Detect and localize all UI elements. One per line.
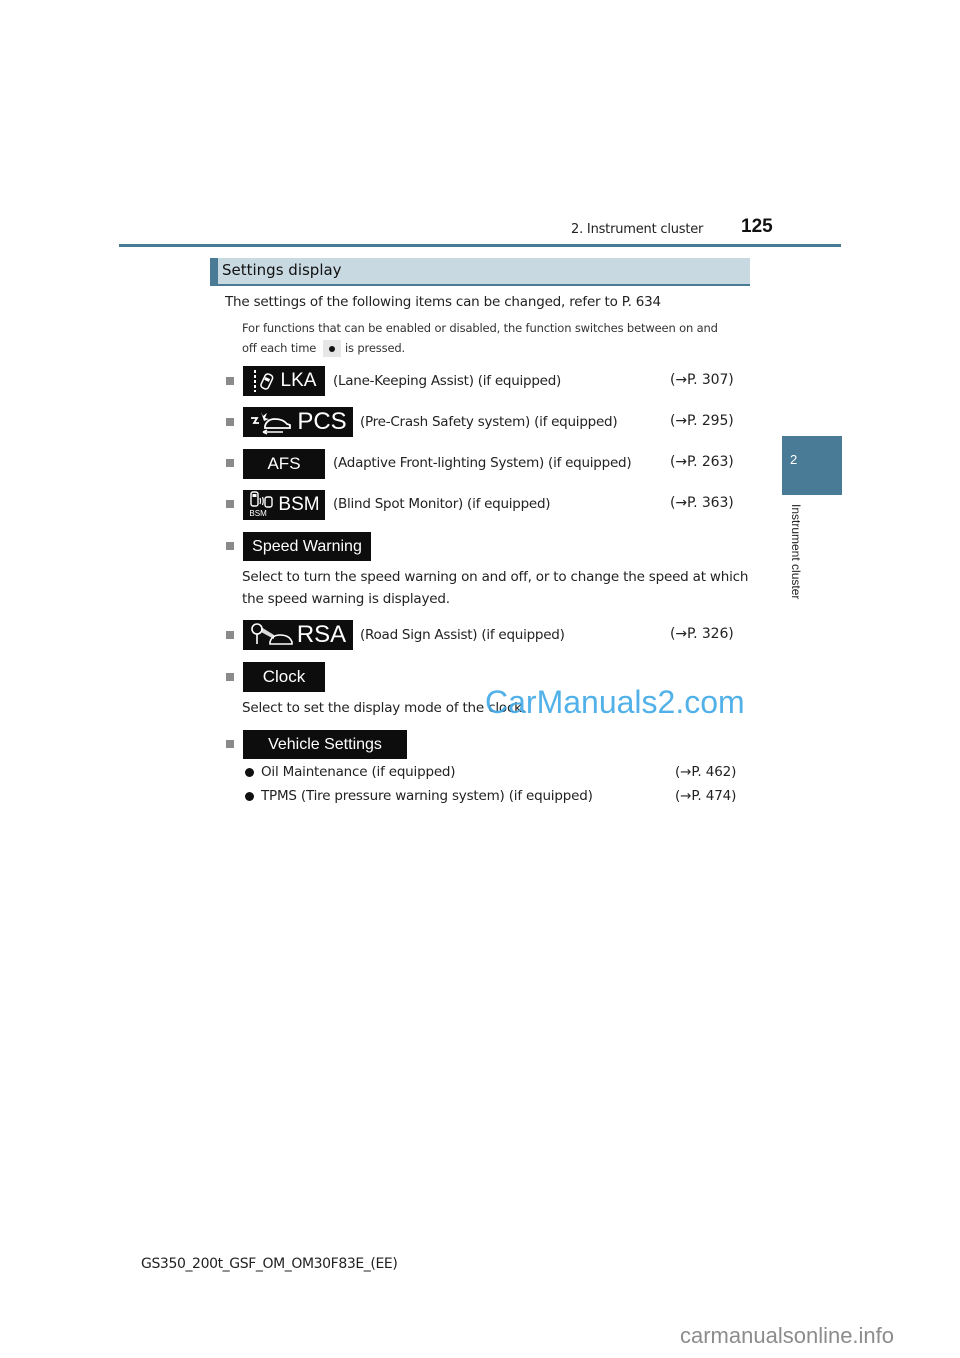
round-bullet-icon	[245, 768, 254, 777]
header-rule	[119, 244, 841, 247]
note-line-2-after: is pressed.	[345, 341, 406, 355]
page-number: 125	[741, 216, 773, 237]
watermark-bottom: carmanualsonline.info	[680, 1323, 895, 1348]
page-ref-link[interactable]: (→P. 363)	[670, 495, 734, 511]
item-description: (Road Sign Assist) (if equipped)	[360, 627, 565, 643]
badge-label: Vehicle Settings	[268, 735, 382, 753]
badge-label: AFS	[267, 454, 301, 473]
square-bullet-icon	[226, 459, 234, 467]
note-line-1: For functions that can be enabled or dis…	[242, 321, 718, 335]
note-line-2-before: off each time	[242, 341, 317, 355]
badge-label: Clock	[262, 667, 306, 686]
page-ref-link[interactable]: (→P. 263)	[670, 454, 734, 470]
square-bullet-icon	[226, 673, 234, 681]
lane-keeping-icon	[252, 369, 276, 393]
speed-warning-description-2: the speed warning is displayed.	[242, 591, 450, 607]
section-title: Settings display	[222, 261, 342, 279]
chapter-number: 2	[790, 452, 798, 467]
badge-label: BSM	[278, 494, 320, 515]
lka-badge: LKA	[243, 366, 325, 396]
item-description: (Lane-Keeping Assist) (if equipped)	[333, 373, 562, 389]
speed-warning-description-1: Select to turn the speed warning on and …	[242, 569, 749, 585]
clock-description: Select to set the display mode of the cl…	[242, 700, 526, 716]
page-ref-link[interactable]: (→P. 307)	[670, 372, 734, 388]
watermark-overlay: CarManuals2.com	[485, 684, 745, 720]
badge-label: LKA	[280, 370, 317, 391]
square-bullet-icon	[226, 740, 234, 748]
badge-label: Speed Warning	[252, 537, 362, 555]
chapter-label: Instrument cluster	[789, 504, 803, 600]
badge-label: PCS	[297, 408, 347, 435]
rsa-badge: RSA	[243, 620, 353, 650]
dot-icon	[329, 346, 335, 352]
item-description: (Pre-Crash Safety system) (if equipped)	[360, 414, 618, 430]
road-sign-icon	[250, 622, 294, 648]
page-ref-link[interactable]: (→P. 474)	[675, 788, 736, 804]
item-description: (Blind Spot Monitor) (if equipped)	[333, 496, 551, 512]
page-ref-link[interactable]: (→P. 295)	[670, 413, 734, 429]
square-bullet-icon	[226, 418, 234, 426]
round-bullet-icon	[245, 792, 254, 801]
badge-label: RSA	[296, 621, 347, 648]
square-bullet-icon	[226, 500, 234, 508]
afs-badge: AFS	[243, 449, 325, 479]
blind-spot-icon: BSM	[248, 491, 274, 519]
vehicle-settings-badge: Vehicle Settings	[243, 730, 407, 759]
subitem-label: Oil Maintenance (if equipped)	[261, 764, 456, 780]
bsm-badge: BSM BSM	[243, 490, 325, 520]
square-bullet-icon	[226, 631, 234, 639]
subitem-label: TPMS (Tire pressure warning system) (if …	[261, 788, 593, 804]
page-ref-link[interactable]: (→P. 326)	[670, 626, 734, 642]
square-bullet-icon	[226, 542, 234, 550]
clock-badge: Clock	[243, 662, 325, 692]
document-code: GS350_200t_GSF_OM_OM30F83E_(EE)	[141, 1256, 398, 1272]
intro-text: The settings of the following items can …	[225, 294, 661, 310]
square-bullet-icon	[226, 377, 234, 385]
speed-warning-badge: Speed Warning	[243, 532, 371, 561]
pre-crash-icon	[249, 409, 293, 435]
page-ref-link[interactable]: (→P. 462)	[675, 764, 736, 780]
pcs-badge: PCS	[243, 407, 353, 437]
bsm-icon-caption: BSM	[249, 509, 267, 518]
item-description: (Adaptive Front-lighting System) (if equ…	[333, 455, 632, 471]
running-header-section: 2. Instrument cluster	[571, 222, 704, 237]
